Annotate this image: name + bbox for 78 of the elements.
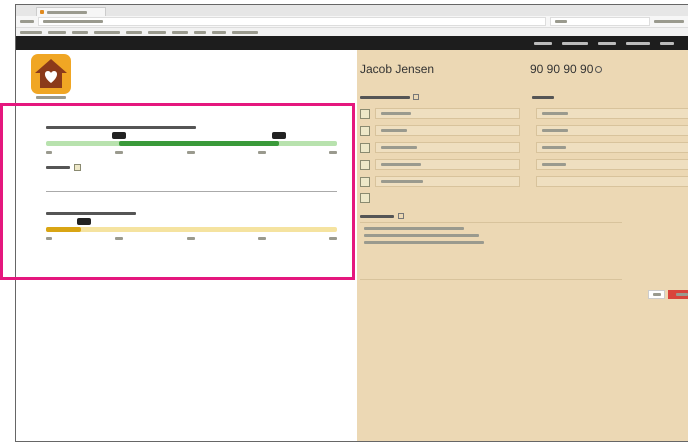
checkbox[interactable] xyxy=(360,160,370,170)
illegible-text xyxy=(626,42,650,44)
checkbox[interactable] xyxy=(360,193,370,203)
illegible-text xyxy=(43,20,103,23)
illegible-text xyxy=(360,96,410,98)
phone-number: 90 90 90 90 xyxy=(530,62,594,76)
illegible-text xyxy=(72,30,88,34)
illegible-text xyxy=(258,151,266,154)
illegible-text xyxy=(360,214,394,218)
illegible-text xyxy=(258,237,266,240)
illegible-text xyxy=(36,96,66,99)
illegible-text xyxy=(126,30,142,34)
illegible-text xyxy=(212,30,226,34)
illegible-text xyxy=(329,237,337,240)
input-field[interactable] xyxy=(536,125,688,136)
illegible-text xyxy=(660,42,674,44)
illegible-text xyxy=(381,146,417,149)
slider-handle[interactable] xyxy=(272,132,286,139)
illegible-text xyxy=(562,42,588,44)
illegible-text xyxy=(186,151,194,154)
input-field[interactable] xyxy=(375,108,520,119)
illegible-text xyxy=(20,30,42,34)
input-field[interactable] xyxy=(536,159,688,170)
illegible-text xyxy=(186,237,194,240)
square-icon xyxy=(413,94,419,100)
notes-textarea[interactable] xyxy=(360,222,622,280)
address-bar[interactable] xyxy=(38,17,546,26)
illegible-text xyxy=(48,30,66,34)
house-heart-logo xyxy=(31,54,71,94)
illegible-text xyxy=(542,146,566,149)
illegible-text xyxy=(532,96,554,98)
illegible-text xyxy=(20,20,34,23)
slider-handle[interactable] xyxy=(76,218,91,225)
contact-name: Jacob Jensen xyxy=(360,62,436,76)
illegible-text xyxy=(46,166,70,169)
illegible-text xyxy=(381,163,421,166)
illegible-text xyxy=(598,42,616,44)
illegible-text xyxy=(534,42,552,44)
illegible-text xyxy=(46,151,52,154)
illegible-text xyxy=(381,112,411,115)
illegible-text xyxy=(115,151,124,154)
illegible-text xyxy=(329,151,337,154)
illegible-text xyxy=(542,129,568,132)
illegible-text xyxy=(542,163,566,166)
illegible-text xyxy=(555,20,567,23)
illegible-text xyxy=(194,30,206,34)
input-field[interactable] xyxy=(375,142,520,153)
circle-icon xyxy=(595,66,602,72)
checkbox[interactable] xyxy=(360,108,370,118)
primary-button[interactable] xyxy=(668,290,688,299)
illegible-text xyxy=(46,237,52,240)
square-icon xyxy=(398,213,404,219)
search-field[interactable] xyxy=(550,17,650,26)
input-field[interactable] xyxy=(375,176,520,187)
slider-handle[interactable] xyxy=(112,132,126,139)
illegible-text xyxy=(232,30,258,34)
input-field[interactable] xyxy=(536,176,688,187)
illegible-text xyxy=(676,293,688,296)
browser-tab[interactable] xyxy=(36,7,106,16)
input-field[interactable] xyxy=(536,142,688,153)
illegible-text xyxy=(381,180,423,183)
checkbox[interactable] xyxy=(360,176,370,186)
small-button[interactable] xyxy=(648,290,665,299)
input-field[interactable] xyxy=(536,108,688,119)
illegible-text xyxy=(381,129,407,132)
input-field[interactable] xyxy=(375,159,520,170)
illegible-text xyxy=(94,30,120,34)
illegible-text xyxy=(654,20,684,23)
checkbox[interactable] xyxy=(74,164,81,171)
illegible-text xyxy=(172,30,188,34)
input-field[interactable] xyxy=(375,125,520,136)
illegible-text xyxy=(542,112,568,115)
illegible-text xyxy=(47,10,87,14)
illegible-text xyxy=(652,293,660,296)
illegible-text xyxy=(115,237,124,240)
illegible-text xyxy=(148,30,166,34)
checkbox[interactable] xyxy=(360,142,370,152)
checkbox[interactable] xyxy=(360,126,370,136)
